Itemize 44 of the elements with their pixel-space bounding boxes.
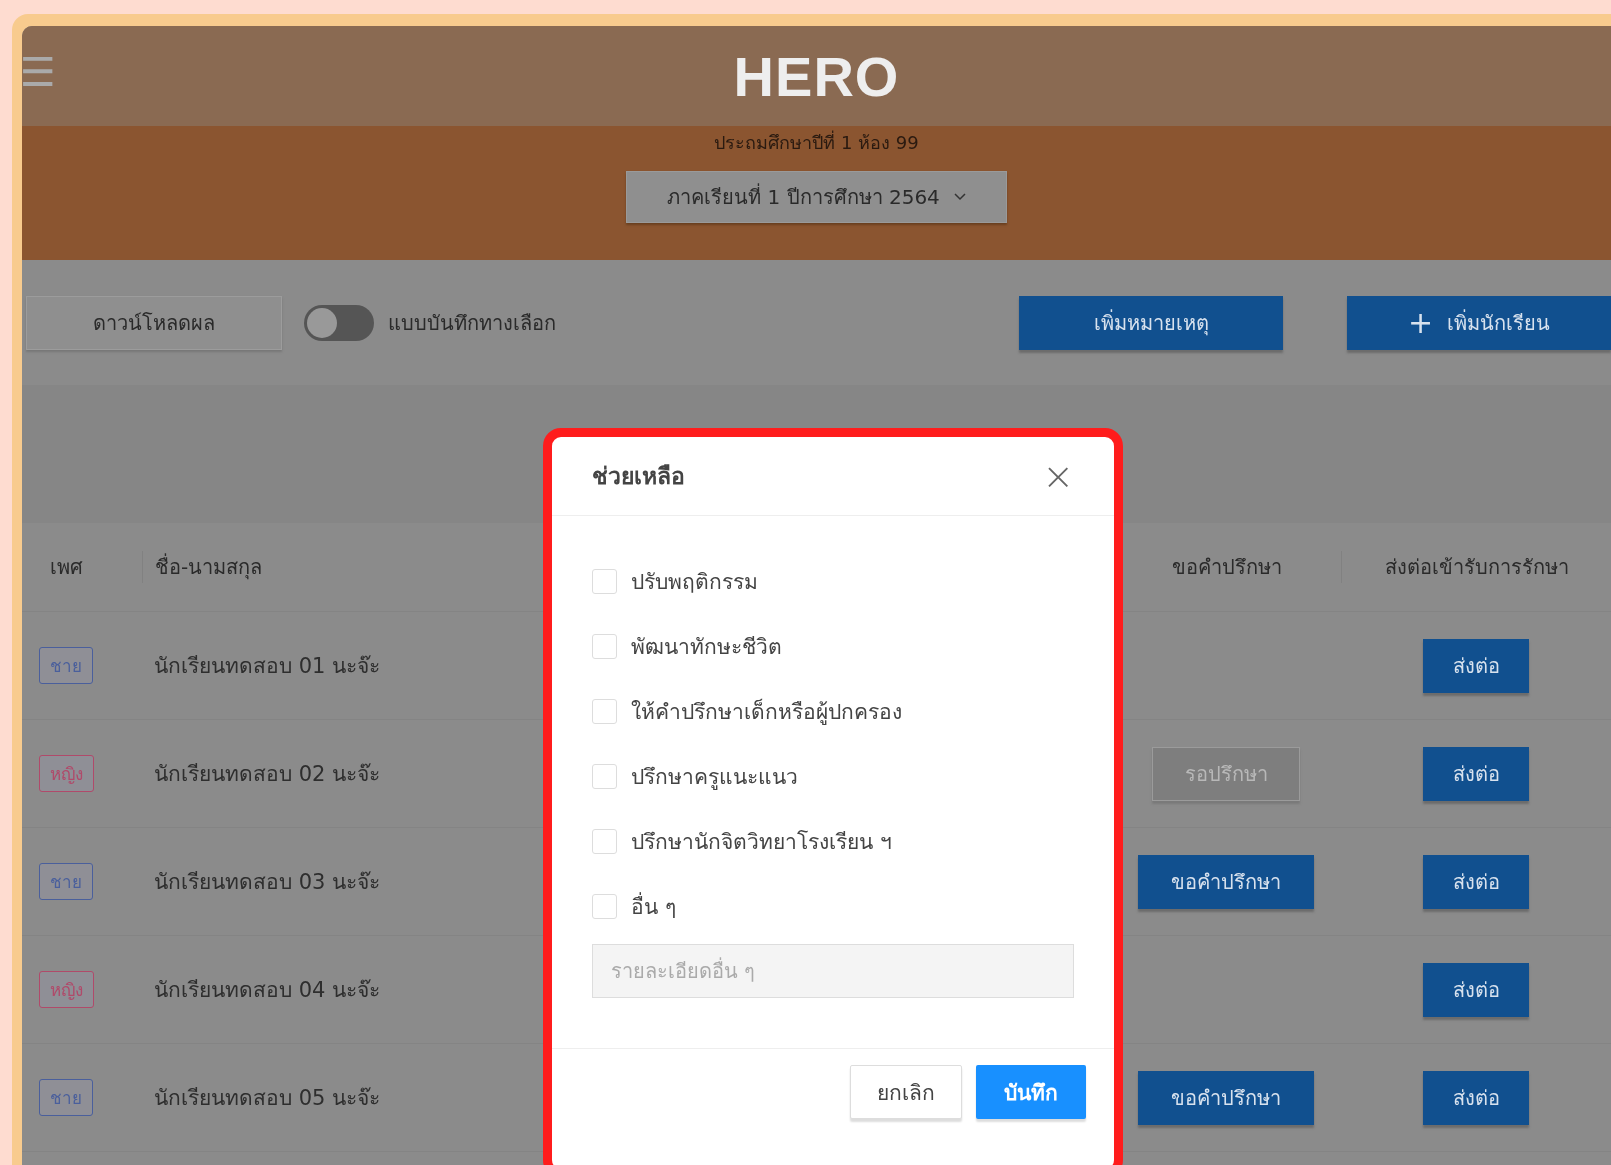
checkbox[interactable] — [592, 698, 617, 724]
checkbox[interactable] — [592, 828, 617, 854]
checkbox[interactable] — [592, 893, 617, 919]
save-button[interactable]: บันทึก — [976, 1065, 1086, 1119]
gender-tag: ชาย — [39, 647, 93, 684]
option-label: ปรึกษาครูแนะแนว — [631, 763, 798, 792]
chevron-down-icon — [953, 193, 966, 201]
refer-button[interactable]: ส่งต่อ — [1423, 746, 1529, 801]
term-select[interactable]: ภาคเรียนที่ 1 ปีการศึกษา 2564 — [626, 171, 1007, 223]
column-header: ส่งต่อเข้ารับการรักษา — [1341, 551, 1611, 583]
checkbox[interactable] — [592, 633, 617, 659]
student-name: นักเรียนทดสอบ 01 นะจ๊ะ — [154, 654, 381, 678]
option-label: พัฒนาทักษะชีวิต — [631, 633, 782, 661]
close-icon[interactable]: × — [1042, 457, 1074, 495]
option-label: ปรึกษานักจิตวิทยาโรงเรียน ฯ — [631, 828, 892, 856]
refer-button[interactable]: ส่งต่อ — [1423, 962, 1529, 1017]
download-button[interactable]: ดาวน์โหลดผล — [26, 295, 282, 350]
detail-field[interactable]: รายละเอียดอื่น ๆ — [592, 944, 1074, 998]
student-name: นักเรียนทดสอบ 02 นะจ๊ะ — [154, 762, 381, 786]
cancel-button[interactable]: ยกเลิก — [850, 1065, 962, 1119]
column-header: เพศ — [49, 554, 84, 581]
student-name: นักเรียนทดสอบ 04 นะจ๊ะ — [154, 978, 381, 1002]
dialog-title: ช่วยเหลือ — [592, 462, 685, 491]
toggle-switch[interactable] — [304, 304, 374, 341]
consult-button[interactable]: ขอคำปรึกษา — [1138, 854, 1314, 909]
toggle-label: แบบบันทึกทางเลือก — [388, 309, 556, 337]
logo: HERO — [733, 43, 900, 109]
add-student-button[interactable]: + เพิ่มนักเรียน — [1347, 295, 1611, 350]
gender-tag: หญิง — [39, 971, 94, 1008]
option-label: ให้คำปรึกษาเด็กหรือผู้ปกครอง — [631, 697, 902, 727]
refer-button[interactable]: ส่งต่อ — [1423, 854, 1529, 909]
gender-tag: ชาย — [39, 1079, 93, 1116]
student-name: นักเรียนทดสอบ 03 นะจ๊ะ — [154, 870, 381, 894]
refer-button[interactable]: ส่งต่อ — [1423, 638, 1529, 693]
add-note-button[interactable]: เพิ่มหมายเหตุ — [1019, 295, 1283, 350]
checkbox[interactable] — [592, 763, 617, 789]
consult-button[interactable]: ขอคำปรึกษา — [1138, 1070, 1314, 1125]
gender-tag: ชาย — [39, 863, 93, 900]
student-name: นักเรียนทดสอบ 05 นะจ๊ะ — [154, 1086, 381, 1110]
gender-tag: หญิง — [39, 755, 94, 792]
class-subtitle: ประถมศึกษาปีที่ 1 ห้อง 99 — [714, 129, 919, 155]
checkbox[interactable] — [592, 568, 617, 594]
option-label: อื่น ๆ — [631, 891, 676, 921]
refer-button[interactable]: ส่งต่อ — [1423, 1070, 1529, 1125]
